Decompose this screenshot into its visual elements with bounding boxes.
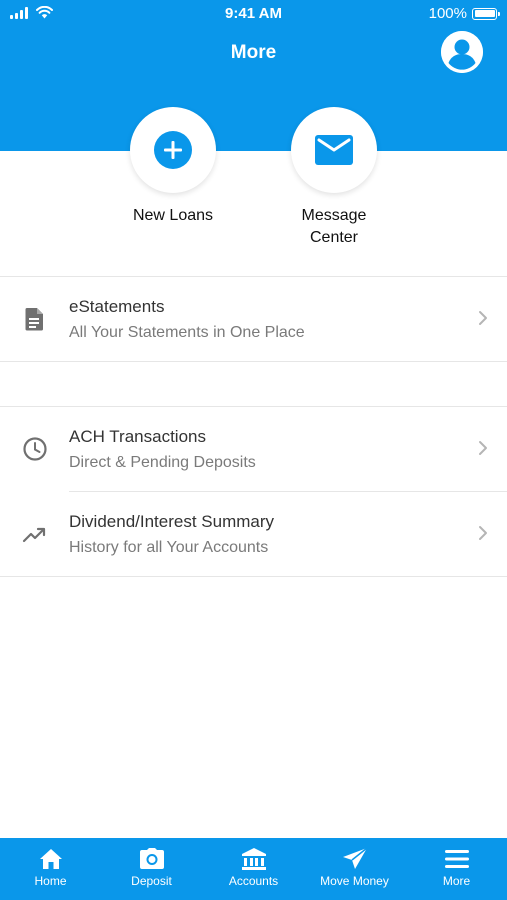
new-loans-label: New Loans [132, 207, 214, 224]
battery-status: 100% [428, 5, 500, 22]
tab-accounts[interactable]: Accounts [203, 838, 304, 900]
status-bar: 9:41 AM 100% [0, 0, 507, 28]
tab-label: Move Money [320, 874, 389, 888]
menu-item-subtitle: All Your Statements in One Place [69, 324, 305, 341]
menu-icon [444, 850, 469, 868]
tab-label: More [442, 874, 471, 888]
profile-button[interactable] [441, 31, 483, 73]
menu-item-estatements[interactable]: eStatements All Your Statements in One P… [0, 277, 507, 361]
menu-item-subtitle: Direct & Pending Deposits [69, 454, 256, 471]
battery-percent: 100% [428, 5, 467, 22]
tab-bar: Home Deposit Accounts Move Money More [0, 838, 507, 900]
bank-icon [241, 848, 266, 870]
message-center-button[interactable]: Message Center [259, 107, 409, 249]
new-loans-button[interactable]: New Loans [98, 107, 248, 227]
quick-actions: New Loans Message Center [0, 107, 507, 277]
tab-more[interactable]: More [406, 838, 507, 900]
chevron-right-icon [479, 526, 487, 540]
message-center-label: Message Center [301, 207, 367, 246]
tab-label: Accounts [228, 874, 279, 888]
mail-icon [315, 135, 353, 165]
message-center-circle [291, 107, 377, 193]
tab-label: Home [34, 874, 67, 888]
send-icon [342, 848, 367, 869]
home-icon [39, 849, 62, 869]
menu-item-ach-transactions[interactable]: ACH Transactions Direct & Pending Deposi… [0, 407, 507, 491]
tab-home[interactable]: Home [0, 838, 101, 900]
menu-item-dividend-interest-summary[interactable]: Dividend/Interest Summary History for al… [0, 492, 507, 576]
menu-item-title: Dividend/Interest Summary [69, 512, 275, 531]
menu-item-subtitle: History for all Your Accounts [69, 539, 269, 556]
tab-deposit[interactable]: Deposit [101, 838, 202, 900]
clock-icon [23, 437, 47, 461]
page-title: More [230, 42, 277, 63]
chevron-right-icon [479, 441, 487, 455]
new-loans-circle [130, 107, 216, 193]
document-icon [25, 308, 43, 331]
camera-icon [139, 848, 164, 869]
battery-icon [472, 7, 500, 20]
plus-circle-icon [154, 131, 192, 169]
user-profile-icon [441, 31, 483, 73]
trending-up-icon [22, 527, 46, 543]
tab-move-money[interactable]: Move Money [304, 838, 405, 900]
menu-item-title: ACH Transactions [69, 427, 206, 446]
menu-item-title: eStatements [69, 297, 165, 316]
divider [0, 576, 507, 577]
tab-label: Deposit [131, 874, 172, 888]
divider [0, 361, 507, 362]
chevron-right-icon [479, 311, 487, 325]
